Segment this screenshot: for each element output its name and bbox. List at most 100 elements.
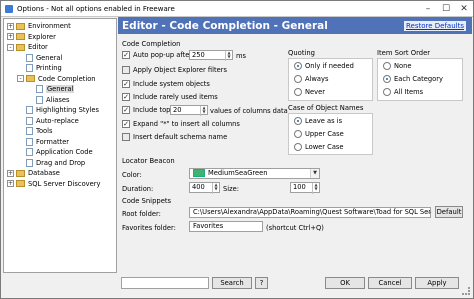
favorites-folder-input[interactable]: Favorites <box>189 221 263 232</box>
color-swatch-icon <box>193 169 205 177</box>
spin-arrows-icon[interactable]: ▲ ▼ <box>200 106 207 116</box>
tree-item-label: Tools <box>36 127 53 135</box>
duration-input[interactable]: 400 ▲ ▼ <box>189 182 220 194</box>
tree-item[interactable]: Drag and Drop <box>17 158 85 168</box>
include-rarely-checkbox[interactable]: ✓ Include rarely used items <box>122 93 218 101</box>
size-input[interactable]: 100 ▲ ▼ <box>290 182 320 194</box>
root-folder-input[interactable]: C:\Users\Alexandra\AppData\Roaming\Quest… <box>189 207 431 218</box>
browse-icon[interactable]: ... <box>426 208 432 215</box>
page-icon <box>36 95 43 104</box>
collapse-icon[interactable]: - <box>7 43 14 51</box>
quoting-option[interactable]: Never <box>294 88 325 96</box>
apply-button[interactable]: Apply <box>415 277 459 289</box>
checkbox-icon <box>122 66 130 74</box>
ok-button[interactable]: OK <box>325 277 365 289</box>
tree-item[interactable]: + Database <box>7 168 60 178</box>
insert-schema-checkbox[interactable]: Insert default schema name <box>122 133 227 141</box>
tree-item[interactable]: - Editor <box>7 42 48 52</box>
checkbox-icon <box>122 133 130 141</box>
tree-item[interactable]: Auto-replace <box>17 116 79 126</box>
quoting-title: Quoting <box>288 49 315 57</box>
case-option[interactable]: Upper Case <box>294 130 344 138</box>
chevron-down-icon[interactable]: ▼ <box>310 169 319 178</box>
sort-order-option[interactable]: All Items <box>383 88 423 96</box>
spin-arrows-icon[interactable]: ▲ ▼ <box>312 183 319 194</box>
collapse-icon[interactable]: - <box>17 75 24 82</box>
tree-item[interactable]: Aliases <box>27 95 69 105</box>
cancel-button[interactable]: Cancel <box>368 277 412 289</box>
tree-item[interactable]: Printing <box>17 63 62 73</box>
radio-label: Never <box>305 88 325 96</box>
radio-label: Leave as is <box>305 117 343 125</box>
page-icon <box>26 53 33 62</box>
include-system-checkbox[interactable]: ✓ Include system objects <box>122 80 210 88</box>
default-button[interactable]: Default <box>435 206 463 218</box>
tree-item[interactable]: General <box>27 84 75 94</box>
case-option[interactable]: Lower Case <box>294 143 344 151</box>
radio-label: Upper Case <box>305 130 344 138</box>
tree-item[interactable]: + Environment <box>7 21 71 31</box>
tree-item[interactable]: - Code Completion <box>17 74 96 84</box>
auto-popup-checkbox[interactable]: ✓ Auto pop-up after <box>122 51 192 59</box>
radio-label: Each Category <box>394 75 443 83</box>
apply-filters-checkbox[interactable]: Apply Object Explorer filters <box>122 66 227 74</box>
expand-star-checkbox[interactable]: ✓ Expand "*" to insert all columns <box>122 120 240 128</box>
include-top-input[interactable]: 20 ▲ ▼ <box>170 105 208 116</box>
expand-icon[interactable]: + <box>7 22 14 30</box>
checkbox-icon: ✓ <box>122 106 130 114</box>
radio-icon <box>294 117 302 125</box>
spin-arrows-icon[interactable]: ▲ ▼ <box>225 51 232 61</box>
sort-order-option[interactable]: Each Category <box>383 75 443 83</box>
radio-icon <box>383 62 391 70</box>
close-button[interactable]: ✕ <box>455 1 473 16</box>
spin-arrows-icon[interactable]: ▲ ▼ <box>212 183 219 194</box>
quoting-option[interactable]: Only if needed <box>294 62 354 70</box>
tree-item[interactable]: Tools <box>17 126 52 136</box>
favorites-shortcut-hint: (shortcut Ctrl+Q) <box>266 224 324 232</box>
checkbox-icon: ✓ <box>122 120 130 128</box>
tree-item[interactable]: Highlighting Styles <box>17 105 99 115</box>
page-title: Editor - Code Completion - General <box>122 19 328 32</box>
tree-item[interactable]: General <box>17 53 62 63</box>
tree-item[interactable]: + Explorer <box>7 32 56 42</box>
tree-item-label: Database <box>28 169 60 177</box>
tree-item-label: Editor <box>28 43 48 51</box>
case-option[interactable]: Leave as is <box>294 117 342 125</box>
quoting-group: Only if needed Always Never <box>288 58 373 101</box>
page-icon <box>26 116 33 125</box>
restore-defaults-link[interactable]: Restore Defaults <box>403 20 466 31</box>
include-top-checkbox[interactable]: ✓ Include top <box>122 106 170 114</box>
expand-icon[interactable]: + <box>7 33 14 40</box>
expand-icon[interactable]: + <box>7 180 14 187</box>
expand-icon[interactable]: + <box>7 169 14 177</box>
tree-item[interactable]: + SQL Server Discovery <box>7 179 100 189</box>
page-icon <box>26 148 33 156</box>
checkbox-icon: ✓ <box>122 51 130 59</box>
resize-grip-icon[interactable] <box>462 287 470 295</box>
maximize-button[interactable]: ☐ <box>437 2 455 16</box>
options-tree[interactable]: + Environment + Explorer - Editor General Print… <box>3 18 117 273</box>
tree-item-label: Code Completion <box>38 74 96 83</box>
auto-popup-delay-input[interactable]: 250 ▲ ▼ <box>189 50 233 61</box>
minimize-button[interactable]: – <box>419 2 437 16</box>
quoting-option[interactable]: Always <box>294 75 328 83</box>
folder-icon <box>16 43 25 51</box>
search-input[interactable] <box>121 277 209 289</box>
duration-label: Duration: <box>122 185 154 193</box>
tree-item-label: Environment <box>28 22 71 30</box>
folder-icon <box>16 33 25 40</box>
sort-order-option[interactable]: None <box>383 62 411 70</box>
tree-item-label: Formatter <box>36 137 70 146</box>
favorites-folder-label: Favorites folder: <box>122 224 176 232</box>
page-icon <box>26 158 33 167</box>
tree-item[interactable]: Application Code <box>17 147 93 157</box>
color-dropdown[interactable]: MediumSeaGreen ▼ <box>189 168 320 179</box>
code-completion-section-label: Code Completion <box>122 40 181 48</box>
search-button[interactable]: Search <box>212 277 252 289</box>
tree-item[interactable]: Formatter <box>17 137 69 147</box>
help-button[interactable]: ? <box>255 277 268 289</box>
